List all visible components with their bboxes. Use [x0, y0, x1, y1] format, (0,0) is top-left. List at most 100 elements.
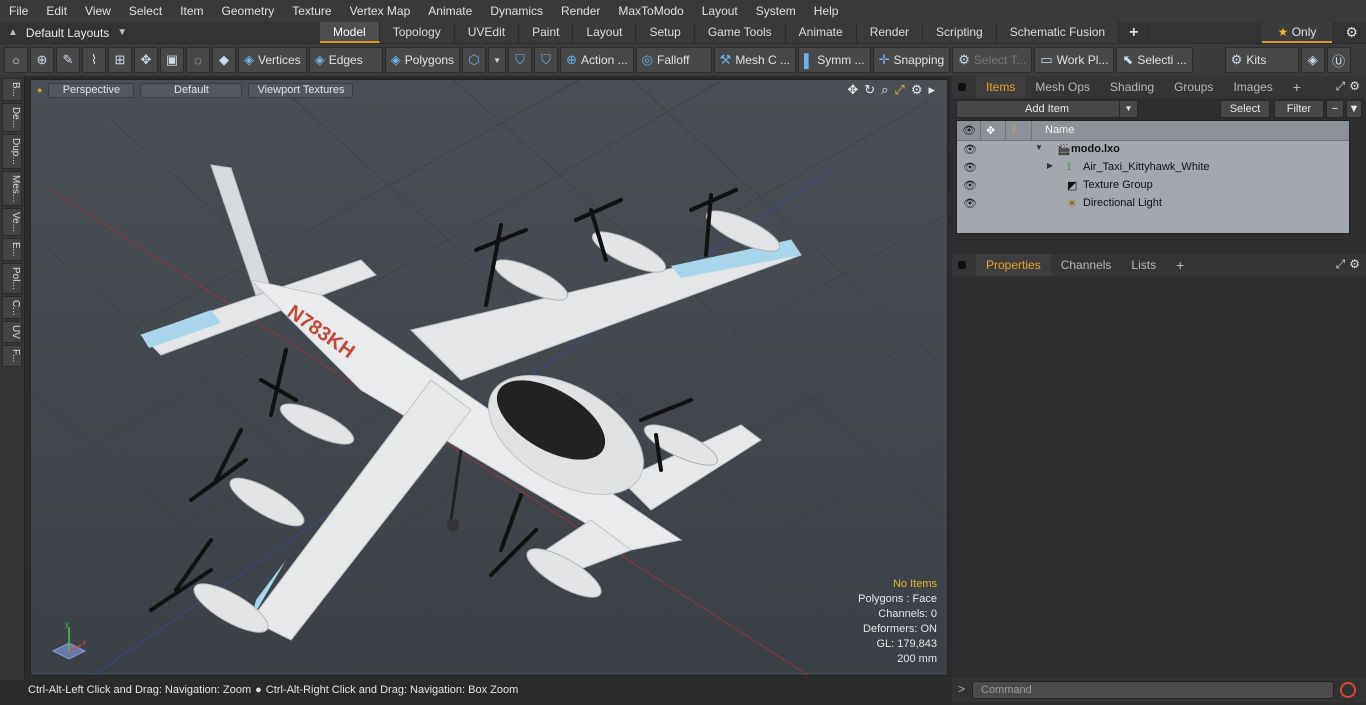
lock-column-header[interactable]: ✥ — [981, 121, 1006, 140]
command-input[interactable]: Command — [972, 681, 1334, 699]
item-row-modo-lxo[interactable]: 👁 ▼ 🎬 modo.lxo — [957, 141, 1349, 159]
select-circle-button[interactable]: ○ — [4, 47, 28, 73]
brush-button[interactable]: ⌇ — [82, 47, 106, 73]
tab-render[interactable]: Render — [856, 22, 924, 43]
eye-icon[interactable]: 👁 — [963, 197, 977, 210]
select-through-button[interactable]: ⚙ Select T... — [952, 47, 1033, 73]
tab-schematic-fusion[interactable]: Schematic Fusion — [996, 22, 1120, 43]
menu-item[interactable]: Item — [171, 0, 212, 22]
shield-a-button[interactable]: ⛉ — [508, 47, 533, 73]
collapsed-arrow-icon[interactable]: ▶ — [1047, 161, 1053, 170]
tab-groups[interactable]: Groups — [1164, 76, 1223, 98]
menu-system[interactable]: System — [747, 0, 805, 22]
perspective-button[interactable]: Perspective — [48, 82, 135, 98]
rotate-icon[interactable]: ↻ — [864, 82, 875, 98]
menu-select[interactable]: Select — [120, 0, 171, 22]
layouts-selector[interactable]: ▲ Default Layouts ▼ — [0, 22, 320, 43]
side-tab-curve[interactable]: C... — [2, 295, 22, 320]
collapse-button[interactable]: − — [1326, 100, 1344, 118]
tab-channels[interactable]: Channels — [1051, 254, 1122, 276]
side-tab-mesh[interactable]: Mes... — [2, 170, 22, 207]
gear-icon[interactable]: ⚙ — [1349, 257, 1360, 272]
add-panel-tab-button[interactable]: + — [1166, 254, 1194, 276]
tab-uvedit[interactable]: UVEdit — [454, 22, 520, 43]
tab-topology[interactable]: Topology — [379, 22, 455, 43]
expanded-arrow-icon[interactable]: ▼ — [1035, 143, 1043, 152]
transform-button[interactable]: ⊞ — [108, 47, 132, 73]
menu-animate[interactable]: Animate — [419, 0, 481, 22]
selection-sets-button[interactable]: ⬉ Selecti ... — [1116, 47, 1193, 73]
action-center-button[interactable]: ⊕ Action ... — [560, 47, 634, 73]
chevron-down-icon[interactable]: ▼ — [1119, 101, 1137, 117]
eye-icon[interactable]: 👁 — [963, 179, 977, 192]
menu-render[interactable]: Render — [552, 0, 609, 22]
unity-button[interactable]: ◈ — [1300, 47, 1325, 73]
side-tab-vertex[interactable]: Ve... — [2, 208, 22, 237]
tab-scripting[interactable]: Scripting — [923, 22, 997, 43]
globe-button[interactable]: ⊕ — [30, 47, 54, 73]
side-tab-basic[interactable]: B... — [2, 78, 22, 102]
menu-dynamics[interactable]: Dynamics — [481, 0, 552, 22]
tab-items[interactable]: Items — [976, 76, 1026, 98]
side-tab-deform[interactable]: De... — [2, 103, 22, 133]
item-row-texture-group[interactable]: 👁 ◩ Texture Group — [957, 177, 1349, 195]
vertices-button[interactable]: ◈ Vertices — [238, 47, 307, 73]
tab-animate[interactable]: Animate — [785, 22, 857, 43]
expand-icon[interactable]: ⤢ — [1336, 79, 1346, 94]
tab-paint[interactable]: Paint — [519, 22, 574, 43]
filter-button[interactable]: Filter — [1274, 100, 1324, 118]
menu-vertex-map[interactable]: Vertex Map — [341, 0, 420, 22]
add-tab-button[interactable]: + — [1119, 22, 1150, 43]
menu-file[interactable]: File — [0, 0, 37, 22]
menu-view[interactable]: View — [76, 0, 120, 22]
kits-button[interactable]: ⚙ Kits — [1224, 47, 1299, 73]
add-item-button[interactable]: Add Item ▼ — [956, 100, 1138, 118]
record-macro-icon[interactable] — [1340, 682, 1356, 698]
shield-b-button[interactable]: ⛉ — [534, 47, 559, 73]
falloff-button[interactable]: ◎ Falloff — [635, 47, 712, 73]
type-column-header[interactable]: ⟟ — [1006, 121, 1032, 140]
tab-properties[interactable]: Properties — [976, 254, 1051, 276]
symmetry-button[interactable]: ▌ Symm ... — [798, 47, 871, 73]
material-dropdown[interactable]: ▼ — [488, 47, 507, 73]
side-tab-edge[interactable]: E... — [2, 238, 22, 262]
collapse-up-icon[interactable]: ▲ — [8, 27, 18, 38]
mesh-constraint-button[interactable]: ⚒ Mesh C ... — [713, 47, 796, 73]
menu-geometry[interactable]: Geometry — [213, 0, 284, 22]
select-button[interactable]: Select — [1220, 100, 1270, 118]
filter-funnel-button[interactable]: ▼ — [1346, 100, 1362, 118]
polygons-button[interactable]: ◈ Polygons — [384, 47, 461, 73]
tab-images[interactable]: Images — [1223, 76, 1282, 98]
3d-viewport[interactable]: ● Perspective Default Viewport Textures … — [30, 79, 948, 676]
viewport-textures-button[interactable]: Viewport Textures — [248, 82, 354, 98]
tab-setup[interactable]: Setup — [636, 22, 695, 43]
expand-icon[interactable]: ⤢ — [1336, 257, 1346, 272]
add-panel-tab-button[interactable]: + — [1283, 76, 1311, 98]
side-tab-duplicate[interactable]: Dup... — [2, 134, 22, 169]
side-tab-polygon[interactable]: Pol... — [2, 263, 22, 294]
edges-button[interactable]: ◈ Edges — [308, 47, 383, 73]
eye-icon[interactable]: 👁 — [963, 143, 977, 156]
item-row-air-taxi[interactable]: 👁 ▶ ⟟ Air_Taxi_Kittyhawk_White — [957, 159, 1349, 177]
shading-default-button[interactable]: Default — [140, 82, 243, 98]
only-toggle[interactable]: ★ Only — [1262, 22, 1332, 43]
tab-layout[interactable]: Layout — [573, 22, 637, 43]
side-tab-uv[interactable]: UV — [2, 321, 22, 344]
tab-shading[interactable]: Shading — [1100, 76, 1164, 98]
maximize-icon[interactable]: ⤢ — [894, 82, 904, 98]
pan-icon[interactable]: ✥ — [847, 82, 858, 98]
panel-menu-icon[interactable] — [958, 261, 966, 269]
menu-texture[interactable]: Texture — [283, 0, 340, 22]
pen-button[interactable]: ✎ — [56, 47, 80, 73]
menu-edit[interactable]: Edit — [37, 0, 76, 22]
item-row-directional-light[interactable]: 👁 ☀ Directional Light — [957, 195, 1349, 213]
panel-menu-icon[interactable] — [958, 83, 966, 91]
material-button[interactable]: ⬡ — [462, 47, 487, 73]
viewport-menu-dot[interactable]: ● — [37, 85, 42, 95]
tab-model[interactable]: Model — [320, 22, 380, 43]
gear-icon[interactable]: ⚙ — [1345, 24, 1358, 41]
lasso-button[interactable]: ◌ — [186, 47, 210, 73]
menu-maxtomodo[interactable]: MaxToModo — [609, 0, 692, 22]
visibility-column-header[interactable]: 👁 — [957, 121, 981, 140]
work-plane-button[interactable]: ▭ Work Pl... — [1034, 47, 1115, 73]
